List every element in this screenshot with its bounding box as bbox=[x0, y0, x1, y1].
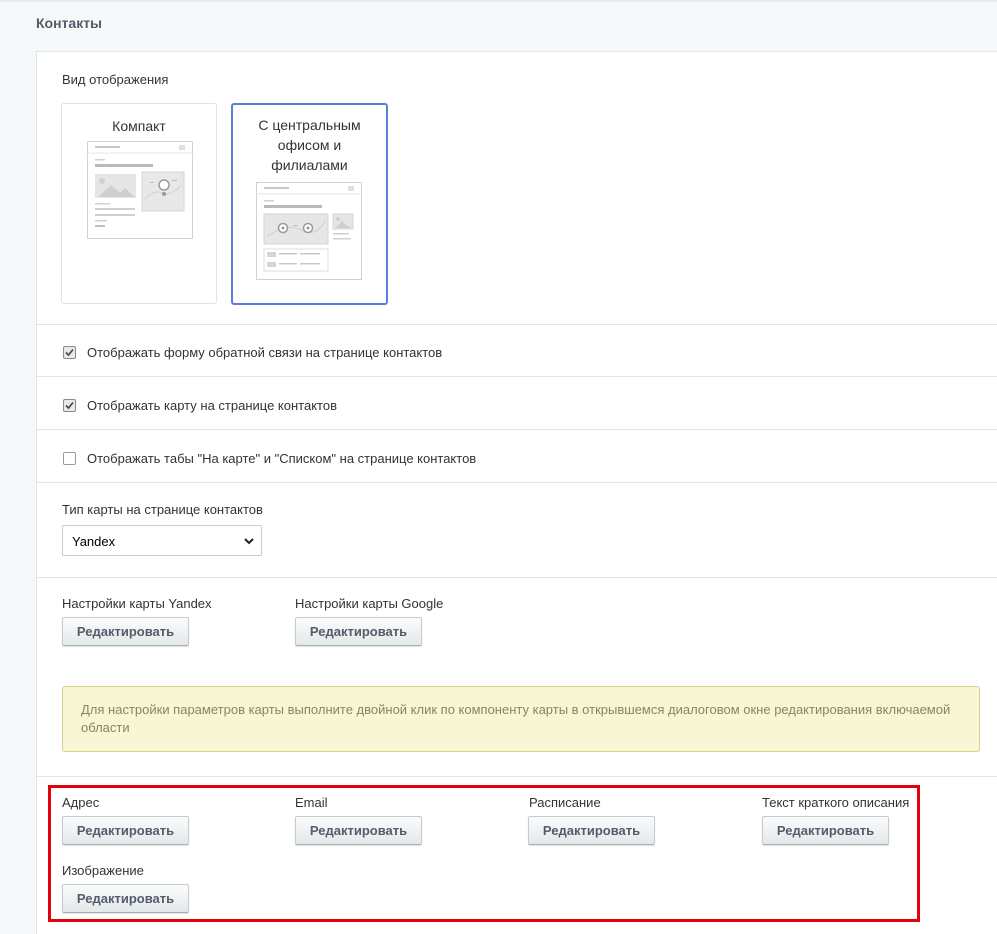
feedback-form-checkbox[interactable] bbox=[63, 346, 76, 359]
view-option-title-line-1: С центральным bbox=[258, 117, 361, 133]
checkbox-row-tabs: Отображать табы "На карте" и "Списком" н… bbox=[37, 430, 997, 483]
compact-layout-preview-icon bbox=[87, 141, 193, 239]
image-label: Изображение bbox=[62, 863, 144, 878]
chevron-down-icon bbox=[244, 538, 254, 545]
show-map-checkbox[interactable] bbox=[63, 399, 76, 412]
checkmark-icon bbox=[65, 401, 74, 410]
google-map-settings-label: Настройки карты Google bbox=[295, 596, 444, 611]
view-option-central-office[interactable]: С центральным офисом и филиалами bbox=[231, 103, 388, 305]
map-type-label: Тип карты на странице контактов bbox=[62, 502, 263, 517]
edit-yandex-map-button[interactable]: Редактировать bbox=[62, 617, 189, 646]
map-type-selected-value: Yandex bbox=[72, 534, 116, 549]
section-title: Контакты bbox=[36, 15, 103, 31]
show-tabs-checkbox[interactable] bbox=[63, 452, 76, 465]
display-view-label: Вид отображения bbox=[62, 72, 169, 87]
view-option-compact[interactable]: Компакт bbox=[61, 103, 217, 304]
edit-schedule-button[interactable]: Редактировать bbox=[528, 816, 655, 845]
schedule-label: Расписание bbox=[529, 795, 601, 810]
top-divider bbox=[0, 0, 997, 2]
map-type-select[interactable]: Yandex bbox=[62, 525, 262, 556]
show-map-checkbox-label: Отображать карту на странице контактов bbox=[87, 398, 337, 413]
view-option-title-line-3: филиалами bbox=[271, 157, 348, 173]
checkbox-row-feedback: Отображать форму обратной связи на стран… bbox=[37, 324, 997, 377]
checkmark-icon bbox=[65, 348, 74, 357]
email-label: Email bbox=[295, 795, 328, 810]
checkbox-row-map: Отображать карту на странице контактов bbox=[37, 377, 997, 430]
settings-panel: Вид отображения Компакт С центральным оф… bbox=[36, 51, 997, 934]
view-option-title: Компакт bbox=[112, 118, 166, 134]
edit-email-button[interactable]: Редактировать bbox=[295, 816, 422, 845]
feedback-form-checkbox-label: Отображать форму обратной связи на стран… bbox=[87, 345, 443, 360]
map-hint-box: Для настройки параметров карты выполните… bbox=[62, 686, 980, 752]
edit-google-map-button[interactable]: Редактировать bbox=[295, 617, 422, 646]
show-tabs-checkbox-label: Отображать табы "На карте" и "Списком" н… bbox=[87, 451, 477, 466]
view-option-title-line-2: офисом и bbox=[277, 137, 342, 153]
display-view-row: Вид отображения Компакт С центральным оф… bbox=[37, 52, 997, 325]
central-office-layout-preview-icon bbox=[256, 182, 362, 280]
address-label: Адрес bbox=[62, 795, 100, 810]
edit-short-description-button[interactable]: Редактировать bbox=[762, 816, 889, 845]
edit-address-button[interactable]: Редактировать bbox=[62, 816, 189, 845]
short-description-label: Текст краткого описания bbox=[762, 795, 910, 810]
edit-image-button[interactable]: Редактировать bbox=[62, 884, 189, 913]
map-type-row: Тип карты на странице контактов Yandex bbox=[37, 483, 997, 578]
yandex-map-settings-label: Настройки карты Yandex bbox=[62, 596, 212, 611]
